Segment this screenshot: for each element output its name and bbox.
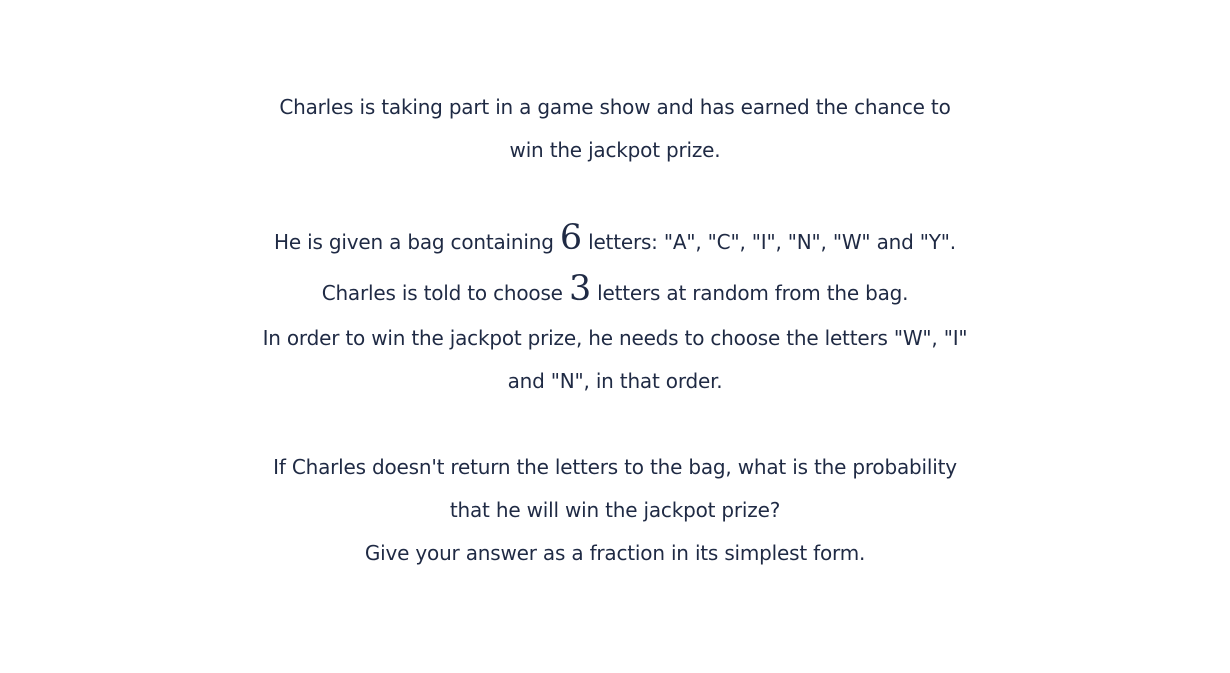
choose-text-before: Charles is told to choose bbox=[321, 281, 569, 305]
bag-count-number: 6 bbox=[559, 218, 582, 258]
ask-line-1: If Charles doesn't return the letters to… bbox=[273, 455, 957, 479]
choose-text-after: letters at random from the bag. bbox=[591, 281, 909, 305]
choose-count-number: 3 bbox=[568, 269, 592, 309]
order-line-2: and "N", in that order. bbox=[507, 369, 723, 393]
bag-text-before: He is given a bag containing bbox=[274, 230, 560, 254]
ask-line-2: that he will win the jackpot prize? bbox=[449, 498, 781, 522]
choose-line: Charles is told to choose 3 letters at r… bbox=[0, 266, 1230, 317]
question-text: Charles is taking part in a game show an… bbox=[0, 86, 1230, 575]
order-line-1: In order to win the jackpot prize, he ne… bbox=[262, 326, 968, 350]
bag-line: He is given a bag containing 6 letters: … bbox=[0, 215, 1230, 266]
bag-text-after: letters: "A", "C", "I", "N", "W" and "Y"… bbox=[581, 230, 956, 254]
ask-line-3: Give your answer as a fraction in its si… bbox=[364, 541, 866, 565]
intro-line-1: Charles is taking part in a game show an… bbox=[279, 95, 951, 119]
intro-line-2: win the jackpot prize. bbox=[509, 138, 721, 162]
